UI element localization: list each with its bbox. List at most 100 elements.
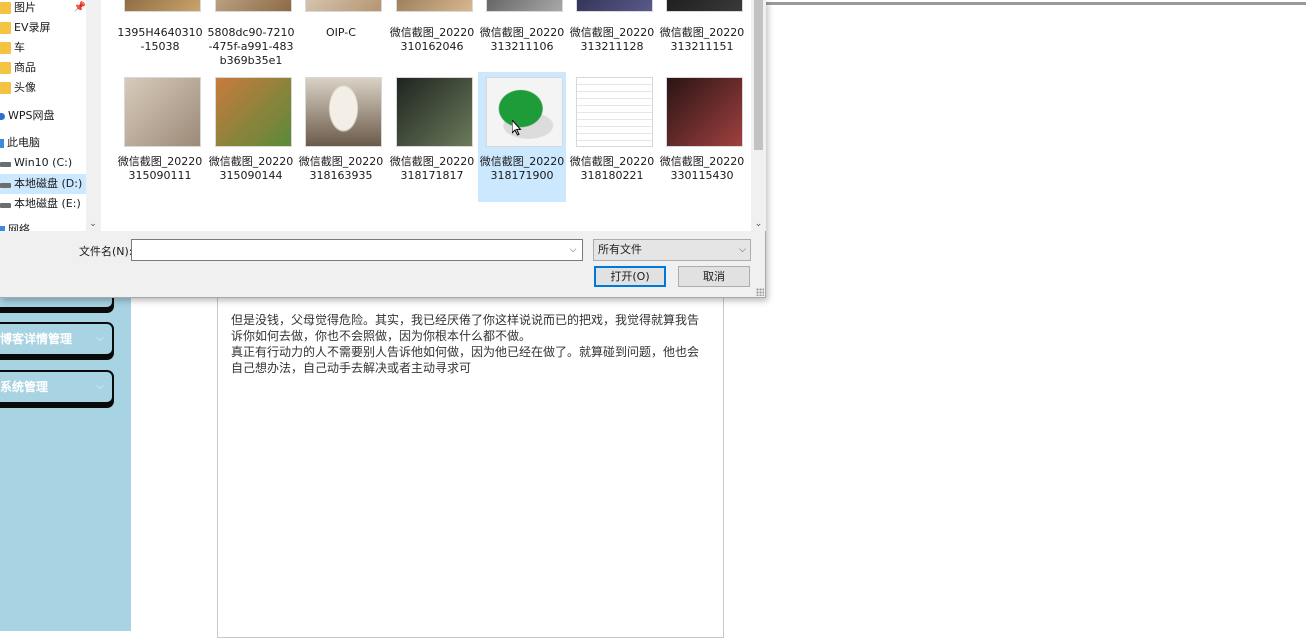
file-thumbnail <box>666 0 743 12</box>
drive-icon <box>0 183 11 188</box>
file-thumbnail <box>215 0 292 12</box>
filename-input[interactable] <box>131 239 583 261</box>
nav-item[interactable]: 网络 <box>0 220 100 231</box>
file-name: OIP-C <box>326 26 356 39</box>
file-thumbnail <box>486 0 563 12</box>
folder-icon <box>0 42 11 54</box>
file-item[interactable]: 微信截图_20220313211106 <box>478 0 566 72</box>
file-name: 微信截图_20220318171900 <box>479 155 565 182</box>
file-item[interactable]: 微信截图_20220315090111 <box>116 72 204 202</box>
file-thumbnail <box>666 77 743 147</box>
chevron-down-icon[interactable]: ⌵ <box>566 243 580 257</box>
file-item[interactable]: 微信截图_20220318171817 <box>388 72 476 202</box>
nav-item[interactable]: Win10 (C:) <box>0 153 100 173</box>
scrollbar-thumb[interactable] <box>754 0 763 150</box>
file-thumbnail <box>305 77 382 147</box>
nav-item[interactable]: 图片 📌 <box>0 0 100 18</box>
file-thumbnail <box>576 77 653 147</box>
nav-item-label: Win10 (C:) <box>14 156 73 169</box>
network-icon <box>0 226 5 231</box>
chevron-down-icon: ⌵ <box>739 245 746 255</box>
nav-item-label: 本地磁盘 (E:) <box>14 197 81 210</box>
folder-icon <box>0 62 11 74</box>
file-name: 微信截图_20220318171817 <box>389 155 475 182</box>
nav-item-label: 车 <box>14 41 25 54</box>
drive-icon <box>0 203 11 208</box>
file-list-pane: 1395H4640310-15038 5808dc90-7210-475f-a99… <box>101 0 766 231</box>
nav-item-label: 网络 <box>8 223 30 231</box>
filetype-value: 所有文件 <box>598 243 642 256</box>
sidebar-menu-blog-details[interactable]: 博客详情管理 ⌵ <box>0 322 114 356</box>
computer-icon <box>0 139 4 148</box>
nav-item-label: 此电脑 <box>7 136 40 149</box>
nav-item[interactable]: 车 <box>0 38 100 58</box>
article-paragraph: 但是没钱，父母觉得危险。其实，我已经厌倦了你这样说说而已的把戏，我觉得就算我告诉… <box>231 313 700 343</box>
folder-icon <box>0 82 11 94</box>
file-thumbnail <box>305 0 382 12</box>
resize-grip-icon[interactable] <box>756 288 764 296</box>
pin-icon: 📌 <box>73 2 86 13</box>
article-paragraph: 真正有行动力的人不需要别人告诉他如何做，因为他已经在做了。就算碰到问题，他也会自… <box>231 345 700 375</box>
file-item[interactable]: 微信截图_20220315090144 <box>207 72 295 202</box>
window-top-border <box>765 2 1306 5</box>
file-thumbnail <box>124 0 201 12</box>
filetype-select[interactable]: 所有文件 ⌵ <box>593 239 751 261</box>
file-name: 1395H4640310-15038 <box>117 26 203 53</box>
nav-scrollbar[interactable]: ⌄ <box>86 0 100 231</box>
file-item[interactable]: 5808dc90-7210-475f-a991-483b369b35e1 <box>207 0 295 72</box>
file-thumbnail <box>486 77 563 147</box>
file-item[interactable]: 微信截图_20220330115430 <box>658 72 746 202</box>
file-name: 微信截图_20220313211151 <box>659 26 745 53</box>
nav-item[interactable]: 商品 <box>0 58 100 78</box>
file-name: 微信截图_20220310162046 <box>389 26 475 53</box>
open-button[interactable]: 打开(O) <box>594 266 666 287</box>
open-file-dialog: 图片 📌 EV录屏车商品头像 WPS网盘此电脑 Win10 (C:) 本地磁盘 (D:) 本… <box>0 0 766 298</box>
file-name: 微信截图_20220318163935 <box>298 155 384 182</box>
folder-icon <box>0 2 11 14</box>
file-name: 5808dc90-7210-475f-a991-483b369b35e1 <box>207 26 295 67</box>
file-item[interactable]: 微信截图_20220318180221 <box>568 72 656 202</box>
file-thumbnail <box>396 0 473 12</box>
file-name: 微信截图_20220330115430 <box>659 155 745 182</box>
nav-item-label: 头像 <box>14 81 36 94</box>
file-list-scrollbar[interactable]: ⌄ <box>751 0 766 231</box>
filename-label: 文件名(N): <box>79 245 133 258</box>
nav-item[interactable]: 此电脑 <box>0 133 100 153</box>
file-item[interactable]: OIP-C <box>297 0 385 72</box>
file-item[interactable]: 微信截图_20220318163935 <box>297 72 385 202</box>
file-thumbnail <box>215 77 292 147</box>
nav-item-label: 商品 <box>14 61 36 74</box>
nav-item[interactable]: 头像 <box>0 78 100 98</box>
nav-item-label: 本地磁盘 (D:) <box>14 177 83 190</box>
file-thumbnail <box>124 77 201 147</box>
sidebar-menu-label: 博客详情管理 <box>0 332 73 346</box>
nav-item[interactable]: WPS网盘 <box>0 106 100 126</box>
nav-item[interactable]: EV录屏 <box>0 18 100 38</box>
file-name: 微信截图_20220315090144 <box>208 155 294 182</box>
navigation-pane: 图片 📌 EV录屏车商品头像 WPS网盘此电脑 Win10 (C:) 本地磁盘 (D:) 本… <box>0 0 100 231</box>
file-name: 微信截图_20220318180221 <box>569 155 655 182</box>
chevron-down-icon: ⌵ <box>96 333 104 344</box>
file-thumbnail <box>576 0 653 12</box>
file-name: 微信截图_20220313211128 <box>569 26 655 53</box>
nav-item-label: WPS网盘 <box>8 109 55 122</box>
file-item[interactable]: 1395H4640310-15038 <box>116 0 204 72</box>
drive-icon <box>0 162 11 167</box>
file-item[interactable]: 微信截图_20220313211128 <box>568 0 656 72</box>
cancel-button[interactable]: 取消 <box>678 266 750 287</box>
nav-item-label: 图片 <box>14 1 36 14</box>
file-thumbnail <box>396 77 473 147</box>
file-item[interactable]: 微信截图_20220318171900 <box>478 72 566 202</box>
nav-item[interactable]: 本地磁盘 (E:) <box>0 194 100 214</box>
cloud-icon <box>0 113 5 120</box>
nav-item-label: EV录屏 <box>14 21 51 34</box>
article-text: 但是没钱，父母觉得危险。其实，我已经厌倦了你这样说说而已的把戏，我觉得就算我告诉… <box>218 298 723 376</box>
scroll-down-icon[interactable]: ⌄ <box>751 217 766 231</box>
scroll-down-icon[interactable]: ⌄ <box>86 217 100 231</box>
file-item[interactable]: 微信截图_20220313211151 <box>658 0 746 72</box>
nav-item[interactable]: 本地磁盘 (D:) <box>0 174 100 194</box>
file-name: 微信截图_20220313211106 <box>479 26 565 53</box>
file-name: 微信截图_20220315090111 <box>117 155 203 182</box>
sidebar-menu-system[interactable]: 系统管理 ⌵ <box>0 370 114 404</box>
file-item[interactable]: 微信截图_20220310162046 <box>388 0 476 72</box>
